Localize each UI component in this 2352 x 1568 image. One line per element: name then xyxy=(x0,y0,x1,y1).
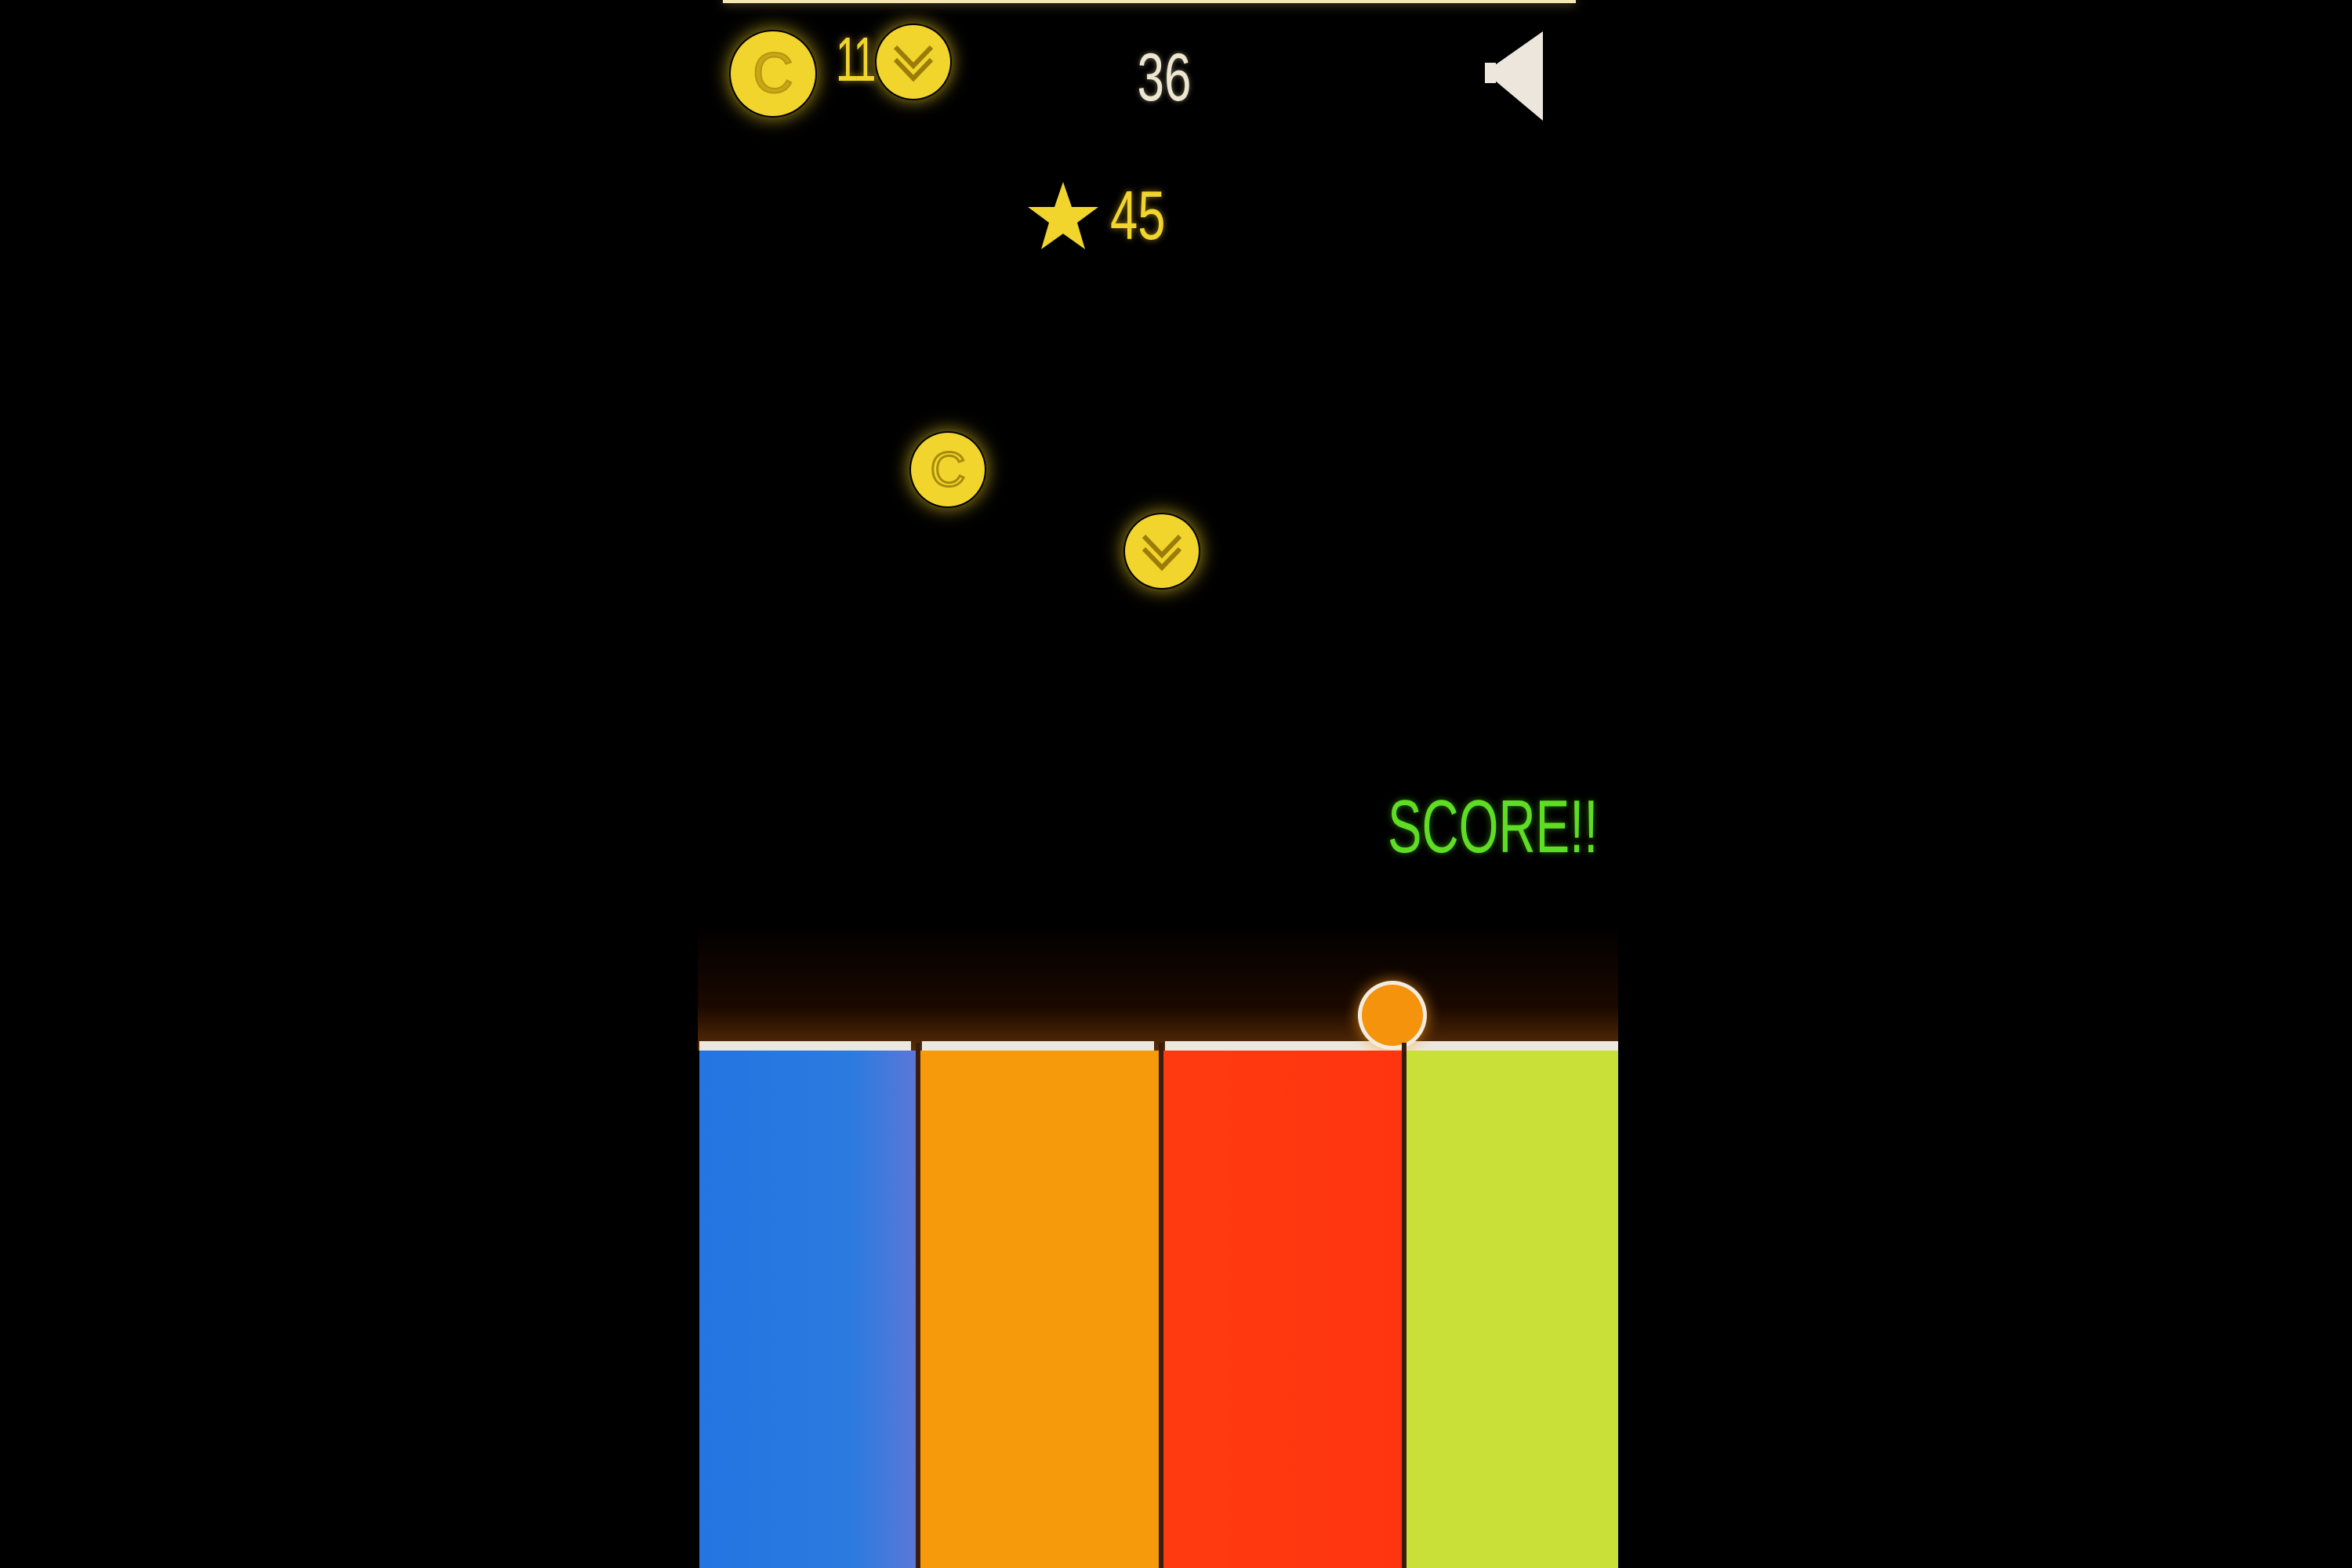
chevron-down-icon xyxy=(877,25,950,99)
coin-icon: C xyxy=(731,31,815,116)
bar-divider xyxy=(1402,1043,1406,1568)
bar-divider xyxy=(1159,1043,1163,1568)
star-icon xyxy=(1028,182,1098,249)
falling-chevron-down-icon xyxy=(1125,514,1199,588)
falling-coin-glyph: C xyxy=(931,443,966,497)
score-popup: SCORE!! xyxy=(1388,785,1599,869)
speaker-icon[interactable] xyxy=(1482,28,1552,124)
rail-orange xyxy=(922,1041,1154,1051)
color-bar-red[interactable] xyxy=(1163,1051,1402,1568)
coin-count: 11 xyxy=(836,24,876,94)
color-bar-orange[interactable] xyxy=(920,1051,1159,1568)
level-number: 36 xyxy=(1137,40,1192,115)
player-ball xyxy=(1358,981,1427,1050)
floor-glow xyxy=(698,925,1618,1051)
falling-coin-icon: C xyxy=(911,433,985,506)
coin-glyph: C xyxy=(753,42,793,105)
rail-blue xyxy=(699,1041,911,1051)
top-boundary-line xyxy=(723,0,1576,3)
game-viewport[interactable]: C 11 36 45 C SCORE!! xyxy=(698,0,1618,1568)
color-bar-lime[interactable] xyxy=(1406,1051,1618,1568)
bar-divider xyxy=(916,1043,920,1568)
color-bar-blue[interactable] xyxy=(699,1051,916,1568)
best-score: 45 xyxy=(1110,176,1166,254)
